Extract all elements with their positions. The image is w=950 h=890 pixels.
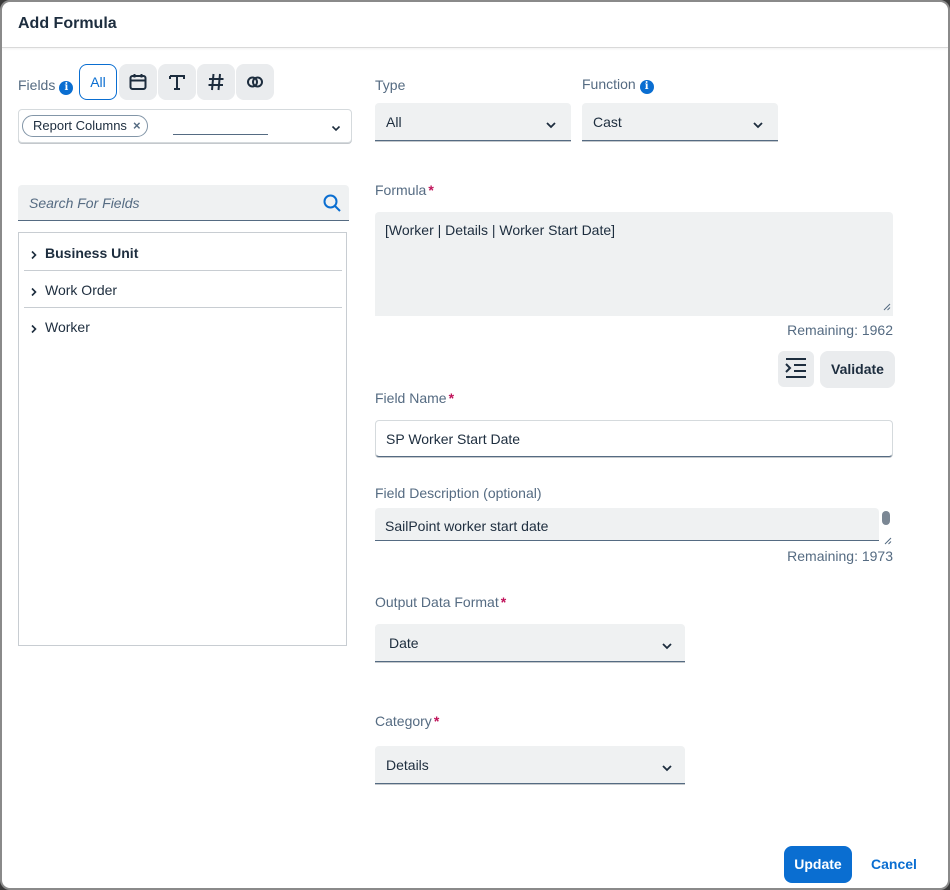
dialog-title: Add Formula (18, 15, 117, 32)
resize-grip-icon[interactable] (884, 532, 892, 548)
search-fields-input[interactable]: Search For Fields (18, 185, 349, 221)
field-description-textarea[interactable]: SailPoint worker start date (375, 508, 879, 541)
info-icon[interactable]: i (639, 80, 654, 94)
field-name-value: SP Worker Start Date (386, 431, 521, 447)
chevron-right-icon[interactable] (30, 247, 38, 263)
tree-item-work-order[interactable]: Work Order (24, 271, 342, 308)
category-value: Details (386, 757, 429, 773)
toggle-date[interactable] (119, 64, 157, 100)
field-name-input[interactable]: SP Worker Start Date (375, 420, 893, 457)
category-label-row: Category * (375, 713, 439, 729)
field-description-value: SailPoint worker start date (385, 518, 549, 534)
function-label: Function (582, 76, 636, 92)
category-label: Category (375, 713, 432, 729)
toggle-boolean[interactable] (236, 64, 274, 100)
formula-remaining: Remaining: 1962 (787, 322, 893, 338)
type-value: All (386, 114, 402, 130)
output-format-select[interactable]: Date (375, 624, 685, 662)
chevron-down-icon (661, 760, 673, 776)
fields-source-multiselect[interactable]: Report Columns × (18, 109, 352, 143)
required-marker: * (448, 390, 455, 406)
function-select[interactable]: Cast (582, 103, 778, 141)
output-format-label: Output Data Format (375, 594, 499, 610)
indent-format-icon (784, 357, 808, 382)
validate-button[interactable]: Validate (820, 351, 895, 388)
output-format-label-row: Output Data Format * (375, 594, 506, 610)
text-type-icon (167, 72, 187, 92)
formula-label-row: Formula * (375, 182, 434, 198)
formula-textarea[interactable]: [Worker | Details | Worker Start Date] (375, 212, 893, 316)
toggle-all-label: All (90, 74, 106, 90)
required-marker: * (500, 594, 507, 610)
calendar-icon (128, 72, 148, 92)
fields-label: Fields (18, 77, 56, 93)
function-value: Cast (593, 114, 622, 130)
type-select[interactable]: All (375, 103, 571, 141)
token-input[interactable] (173, 134, 268, 135)
toggle-all[interactable]: All (79, 64, 117, 100)
chevron-down-icon[interactable] (331, 120, 341, 136)
chevron-down-icon (661, 638, 673, 654)
search-icon[interactable] (322, 193, 342, 216)
tree-item-label: Worker (45, 319, 90, 335)
token-label: Report Columns (33, 118, 127, 133)
dialog-header: Add Formula (2, 2, 948, 48)
fields-label-row: Fields i (18, 77, 74, 95)
fields-tree: Business Unit Work Order Worker (18, 232, 347, 646)
token-remove-icon[interactable]: × (133, 118, 141, 133)
description-scrollbar[interactable] (882, 511, 890, 525)
field-description-label: Field Description (optional) (375, 485, 542, 501)
tree-item-label: Business Unit (45, 245, 139, 261)
tree-item-business-unit[interactable]: Business Unit (24, 234, 342, 271)
info-icon[interactable]: i (59, 81, 74, 95)
add-formula-dialog: Add Formula Fields i All Report Columns × (0, 0, 950, 890)
formula-label: Formula (375, 182, 427, 198)
category-select[interactable]: Details (375, 746, 685, 784)
formula-value: [Worker | Details | Worker Start Date] (385, 222, 616, 238)
field-name-label-row: Field Name * (375, 390, 454, 406)
toggle-text[interactable] (158, 64, 196, 100)
required-marker: * (433, 713, 440, 729)
tree-item-label: Work Order (45, 282, 118, 298)
description-remaining: Remaining: 1973 (787, 548, 893, 564)
cancel-button[interactable]: Cancel (862, 846, 926, 883)
chevron-right-icon[interactable] (30, 284, 38, 300)
search-placeholder: Search For Fields (29, 195, 140, 211)
field-name-label: Field Name (375, 390, 447, 406)
function-label-row: Function i (582, 76, 654, 94)
boolean-rings-icon (245, 72, 265, 92)
required-marker: * (428, 182, 434, 198)
indent-format-button[interactable] (778, 351, 814, 387)
toggle-number[interactable] (197, 64, 235, 100)
type-label: Type (375, 77, 406, 93)
number-hash-icon (206, 72, 226, 92)
chevron-down-icon (752, 117, 764, 133)
chevron-down-icon (545, 117, 557, 133)
resize-grip-icon[interactable] (883, 298, 891, 314)
tree-item-worker[interactable]: Worker (24, 308, 342, 345)
token-report-columns[interactable]: Report Columns × (22, 115, 148, 137)
output-format-value: Date (389, 635, 419, 651)
update-button[interactable]: Update (784, 846, 852, 883)
chevron-right-icon[interactable] (30, 321, 38, 337)
